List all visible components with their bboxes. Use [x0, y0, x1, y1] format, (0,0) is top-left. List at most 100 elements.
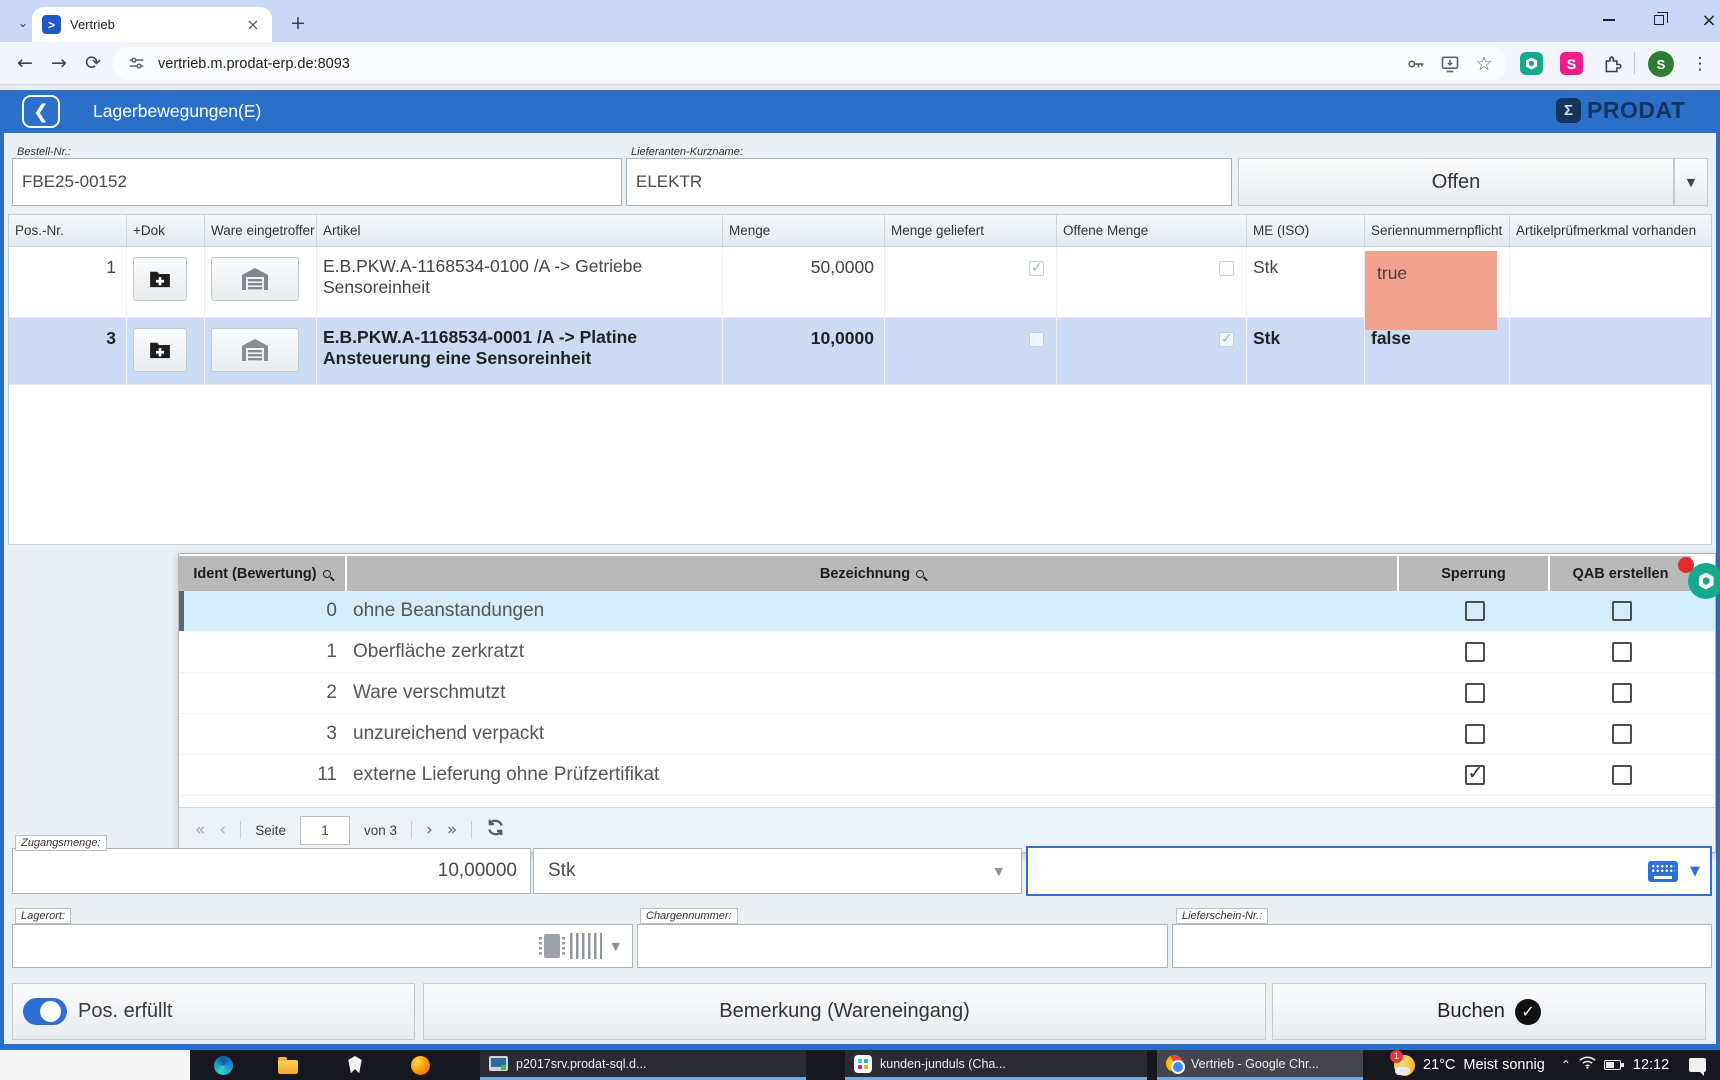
col-menge-geliefert[interactable]: Menge geliefert — [885, 215, 1057, 246]
browser-tab[interactable]: > Vertrieb × — [32, 7, 272, 42]
qab-checkbox[interactable] — [1612, 724, 1632, 744]
status-dropdown[interactable]: Offen — [1238, 158, 1674, 206]
refresh-icon[interactable] — [486, 818, 505, 842]
col-sperrung[interactable]: Sperrung — [1399, 556, 1548, 591]
qab-checkbox[interactable] — [1612, 765, 1632, 785]
temperature-text[interactable]: 21°C — [1423, 1057, 1455, 1073]
notification-center-icon[interactable] — [1689, 1058, 1706, 1072]
col-ware-eingetroffen[interactable]: Ware eingetroffer — [205, 215, 317, 246]
bewertung-row[interactable]: 1 Oberfläche zerkratzt — [179, 632, 1715, 673]
search-icon[interactable] — [916, 570, 924, 578]
prev-page-icon[interactable]: ‹ — [219, 820, 226, 840]
add-document-button[interactable] — [133, 328, 187, 372]
col-me-iso[interactable]: ME (ISO) — [1247, 215, 1365, 246]
lieferschein-field[interactable] — [1172, 924, 1712, 968]
forward-nav-icon[interactable]: → — [44, 48, 74, 78]
site-settings-icon[interactable] — [124, 52, 148, 76]
tray-chevron-icon[interactable]: ⌃ — [1561, 1058, 1571, 1072]
dropdown-arrow-icon[interactable]: ▼ — [612, 940, 620, 953]
file-explorer-icon[interactable] — [277, 1054, 299, 1076]
barcode-icon[interactable] — [570, 933, 602, 959]
buchen-button[interactable]: Buchen ✓ — [1272, 983, 1706, 1040]
wifi-icon[interactable] — [1579, 1056, 1596, 1074]
extension-s-icon[interactable]: S — [1560, 52, 1583, 75]
taskbar-button-chrome[interactable]: Vertrieb - Google Chr... — [1157, 1050, 1363, 1080]
keyboard-icon[interactable] — [1648, 861, 1678, 882]
pos-erfuellt-toggle[interactable] — [23, 998, 67, 1025]
window-close-button[interactable]: × — [1686, 0, 1720, 40]
page-number-input[interactable] — [300, 816, 350, 845]
reload-icon[interactable]: ⟳ — [78, 48, 108, 78]
einheit-dropdown[interactable]: Stk ▼ — [533, 848, 1022, 894]
browser-menu-icon[interactable]: ⋮ — [1690, 50, 1710, 78]
password-key-icon[interactable] — [1404, 52, 1428, 76]
col-dok[interactable]: +Dok — [127, 215, 205, 246]
url-text[interactable]: vertrieb.m.prodat-erp.de:8093 — [158, 56, 1394, 72]
sperrung-checkbox[interactable] — [1465, 601, 1485, 621]
sperrung-checkbox[interactable] — [1465, 724, 1485, 744]
qab-checkbox[interactable] — [1612, 601, 1632, 621]
col-seriennummernpflicht[interactable]: Seriennummernpflicht — [1365, 215, 1510, 246]
address-bar[interactable]: vertrieb.m.prodat-erp.de:8093 ☆ — [112, 47, 1508, 80]
col-pos-nr[interactable]: Pos.-Nr. — [9, 215, 127, 246]
sperrung-checkbox[interactable] — [1465, 765, 1485, 785]
chip-icon[interactable] — [544, 934, 560, 958]
bookmark-star-icon[interactable]: ☆ — [1472, 52, 1496, 76]
ware-eingetroffen-button[interactable] — [211, 328, 299, 372]
edge-icon[interactable] — [212, 1054, 234, 1076]
battery-icon[interactable] — [1604, 1060, 1621, 1070]
extensions-puzzle-icon[interactable] — [1600, 52, 1624, 76]
dropdown-arrow-icon[interactable]: ▼ — [1690, 864, 1700, 879]
install-app-icon[interactable] — [1438, 52, 1462, 76]
offene-menge-checkbox[interactable] — [1219, 261, 1234, 276]
search-icon[interactable] — [323, 570, 331, 578]
clock[interactable]: 12:12 — [1633, 1057, 1669, 1073]
menge-geliefert-checkbox[interactable] — [1029, 332, 1044, 347]
seriennummer-field[interactable]: ▼ — [1026, 846, 1712, 896]
profile-avatar[interactable]: S — [1648, 51, 1674, 77]
sperrung-checkbox[interactable] — [1465, 642, 1485, 662]
col-offene-menge[interactable]: Offene Menge — [1057, 215, 1247, 246]
bemerkung-button[interactable]: Bemerkung (Wareneingang) — [423, 983, 1266, 1040]
status-dropdown-arrow-icon[interactable]: ▼ — [1674, 158, 1708, 206]
dropdown-arrow-icon[interactable]: ▼ — [995, 865, 1003, 878]
extension-hexagon-icon[interactable] — [1520, 52, 1543, 75]
bestell-nr-field[interactable]: FBE25-00152 — [12, 158, 622, 206]
back-button[interactable]: ❮ — [22, 95, 60, 128]
col-menge[interactable]: Menge — [723, 215, 885, 246]
lagerort-field[interactable]: ▼ — [12, 924, 633, 968]
table-row-selected[interactable]: 3 E.B.PKW.A-1168534-0001 /A -> Platine A… — [9, 318, 1711, 385]
next-page-icon[interactable]: › — [426, 820, 433, 840]
qab-checkbox[interactable] — [1612, 683, 1632, 703]
new-tab-button[interactable]: + — [284, 9, 312, 37]
taskbar-button-sql[interactable]: p2017srv.prodat-sql.d... — [480, 1050, 806, 1080]
qab-checkbox[interactable] — [1612, 642, 1632, 662]
firefox-icon[interactable] — [409, 1054, 431, 1076]
taskbar-search-box[interactable] — [0, 1050, 190, 1080]
offene-menge-checkbox[interactable] — [1219, 332, 1234, 347]
chargennummer-field[interactable] — [637, 924, 1168, 968]
col-artikelpruefmerkmal[interactable]: Artikelprüfmerkmal vorhanden — [1510, 215, 1711, 246]
bewertung-row[interactable]: 2 Ware verschmutzt — [179, 673, 1715, 714]
back-nav-icon[interactable]: ← — [10, 48, 40, 78]
bewertung-row-selected[interactable]: 0 ohne Beanstandungen — [179, 591, 1715, 632]
menge-geliefert-checkbox[interactable] — [1029, 261, 1044, 276]
col-artikel[interactable]: Artikel — [317, 215, 723, 246]
lieferanten-field[interactable]: ELEKTR — [626, 158, 1232, 206]
taskbar-button-slack[interactable]: kunden-junduls (Cha... — [845, 1050, 1147, 1080]
col-ident[interactable]: Ident (Bewertung) — [179, 556, 345, 591]
ware-eingetroffen-button[interactable] — [211, 257, 299, 301]
bewertung-row[interactable]: 3 unzureichend verpackt — [179, 714, 1715, 755]
add-document-button[interactable] — [133, 257, 187, 301]
mask-app-icon[interactable] — [344, 1054, 366, 1076]
weather-text[interactable]: Meist sonnig — [1463, 1057, 1544, 1073]
last-page-icon[interactable]: » — [447, 820, 457, 840]
bewertung-row[interactable]: 11 externe Lieferung ohne Prüfzertifikat — [179, 755, 1715, 796]
col-qab-erstellen[interactable]: QAB erstellen — [1550, 556, 1691, 591]
window-minimize-button[interactable] — [1586, 0, 1632, 40]
sperrung-checkbox[interactable] — [1465, 683, 1485, 703]
weather-icon[interactable]: 1 — [1394, 1055, 1415, 1076]
tab-close-icon[interactable]: × — [244, 16, 262, 34]
zugangsmenge-field[interactable]: 10,00000 — [12, 848, 531, 894]
col-bezeichnung[interactable]: Bezeichnung — [347, 556, 1397, 591]
